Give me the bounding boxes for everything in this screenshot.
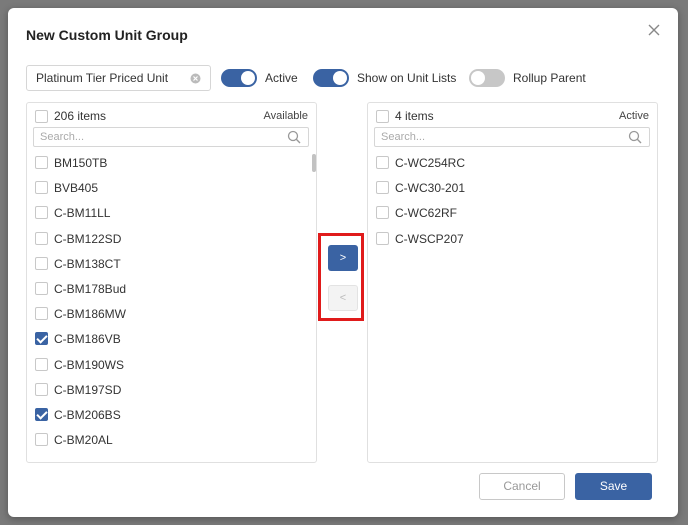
show-on-unit-lists-label: Show on Unit Lists (357, 71, 457, 85)
toggle-knob (241, 71, 255, 85)
show-on-unit-lists-toggle[interactable] (313, 69, 349, 87)
list-item[interactable]: BM150TB (27, 154, 316, 179)
active-tag: Active (619, 110, 649, 122)
save-button[interactable]: Save (575, 473, 652, 500)
list-item[interactable]: C-WSCP207 (368, 230, 657, 255)
item-checkbox[interactable] (35, 407, 48, 421)
available-search-input[interactable] (34, 128, 264, 146)
item-label: BM150TB (54, 156, 108, 170)
close-icon[interactable] (646, 22, 662, 38)
list-item[interactable]: C-BM138CT (27, 255, 316, 280)
list-item[interactable]: C-BM186MW (27, 305, 316, 330)
toggle-knob (333, 71, 347, 85)
item-checkbox[interactable] (376, 181, 389, 195)
rollup-parent-toggle[interactable] (469, 69, 505, 87)
custom-unit-group-dialog: New Custom Unit Group Active Show on Uni… (8, 8, 678, 517)
move-left-button[interactable]: < (328, 285, 358, 311)
item-checkbox[interactable] (376, 206, 389, 220)
available-count: 206 items (54, 109, 107, 123)
list-item[interactable]: C-BM178Bud (27, 280, 316, 305)
list-item[interactable]: C-BM206BS (27, 406, 316, 431)
item-label: C-WC62RF (395, 206, 457, 221)
transfer-controls-highlight: > < (318, 233, 364, 321)
list-item[interactable]: C-BM11LL (27, 204, 316, 229)
item-checkbox[interactable] (35, 206, 48, 220)
item-label: C-BM197SD (54, 382, 122, 397)
cancel-button[interactable]: Cancel (479, 473, 565, 500)
item-label: C-BM186MW (54, 307, 127, 322)
active-list-panel: 4 items Active C-WC254RC C-WC30-201 C-WC62… (367, 102, 658, 463)
list-item[interactable]: C-BM197SD (27, 381, 316, 406)
item-checkbox[interactable] (35, 281, 48, 295)
item-checkbox[interactable] (35, 382, 48, 396)
toggle-knob (471, 71, 485, 85)
list-item[interactable]: C-WC30-201 (368, 179, 657, 204)
search-icon[interactable] (628, 130, 642, 144)
available-tag: Available (263, 110, 308, 122)
item-label: C-BM122SD (54, 231, 122, 246)
active-toggle-label: Active (265, 71, 298, 85)
group-name-input[interactable] (27, 66, 177, 90)
available-scrollbar[interactable] (312, 154, 316, 172)
available-list-header: 206 items Available (35, 109, 308, 125)
item-checkbox[interactable] (35, 181, 48, 195)
available-list-panel: 206 items Available BM150TB BVB405 C-BM11L… (26, 102, 317, 463)
item-label: C-WC254RC (395, 156, 466, 170)
list-item[interactable]: BVB405 (27, 179, 316, 204)
rollup-parent-label: Rollup Parent (513, 71, 586, 85)
active-items: C-WC254RC C-WC30-201 C-WC62RF C-WSCP207 (368, 154, 657, 255)
available-items: BM150TB BVB405 C-BM11LL C-BM122SD C-BM138CT C… (27, 154, 316, 456)
select-all-available-checkbox[interactable] (35, 110, 48, 123)
available-search-box[interactable] (33, 127, 309, 147)
item-label: C-WSCP207 (395, 231, 464, 246)
list-item[interactable]: C-WC62RF (368, 204, 657, 229)
item-label: C-BM186VB (54, 332, 121, 347)
item-label: C-WC30-201 (395, 181, 466, 196)
item-checkbox[interactable] (35, 307, 48, 321)
item-label: C-BM178Bud (54, 281, 127, 296)
list-item[interactable]: C-BM122SD (27, 230, 316, 255)
move-right-button[interactable]: > (328, 245, 358, 271)
active-count: 4 items (395, 109, 434, 123)
item-checkbox[interactable] (35, 433, 48, 447)
item-label: C-BM11LL (54, 206, 111, 221)
dialog-title: New Custom Unit Group (26, 27, 188, 43)
item-checkbox[interactable] (35, 332, 48, 346)
select-all-active-checkbox[interactable] (376, 110, 389, 123)
item-checkbox[interactable] (376, 231, 389, 245)
item-checkbox[interactable] (35, 357, 48, 371)
list-item[interactable]: C-BM20AL (27, 431, 316, 456)
active-search-input[interactable] (375, 128, 605, 146)
item-label: BVB405 (54, 181, 99, 196)
item-checkbox[interactable] (376, 156, 389, 169)
group-name-field[interactable] (26, 65, 211, 91)
item-checkbox[interactable] (35, 231, 48, 245)
list-item[interactable]: C-BM186VB (27, 330, 316, 355)
item-label: C-BM206BS (54, 407, 121, 422)
list-item[interactable]: C-WC254RC (368, 154, 657, 179)
active-list-header: 4 items Active (376, 109, 649, 125)
list-item[interactable]: C-BM190WS (27, 356, 316, 381)
clear-input-icon[interactable] (190, 73, 201, 84)
item-label: C-BM20AL (54, 433, 113, 448)
active-toggle[interactable] (221, 69, 257, 87)
active-search-box[interactable] (374, 127, 650, 147)
item-checkbox[interactable] (35, 156, 48, 169)
item-checkbox[interactable] (35, 256, 48, 270)
item-label: C-BM190WS (54, 357, 125, 372)
search-icon[interactable] (287, 130, 301, 144)
item-label: C-BM138CT (54, 256, 121, 271)
